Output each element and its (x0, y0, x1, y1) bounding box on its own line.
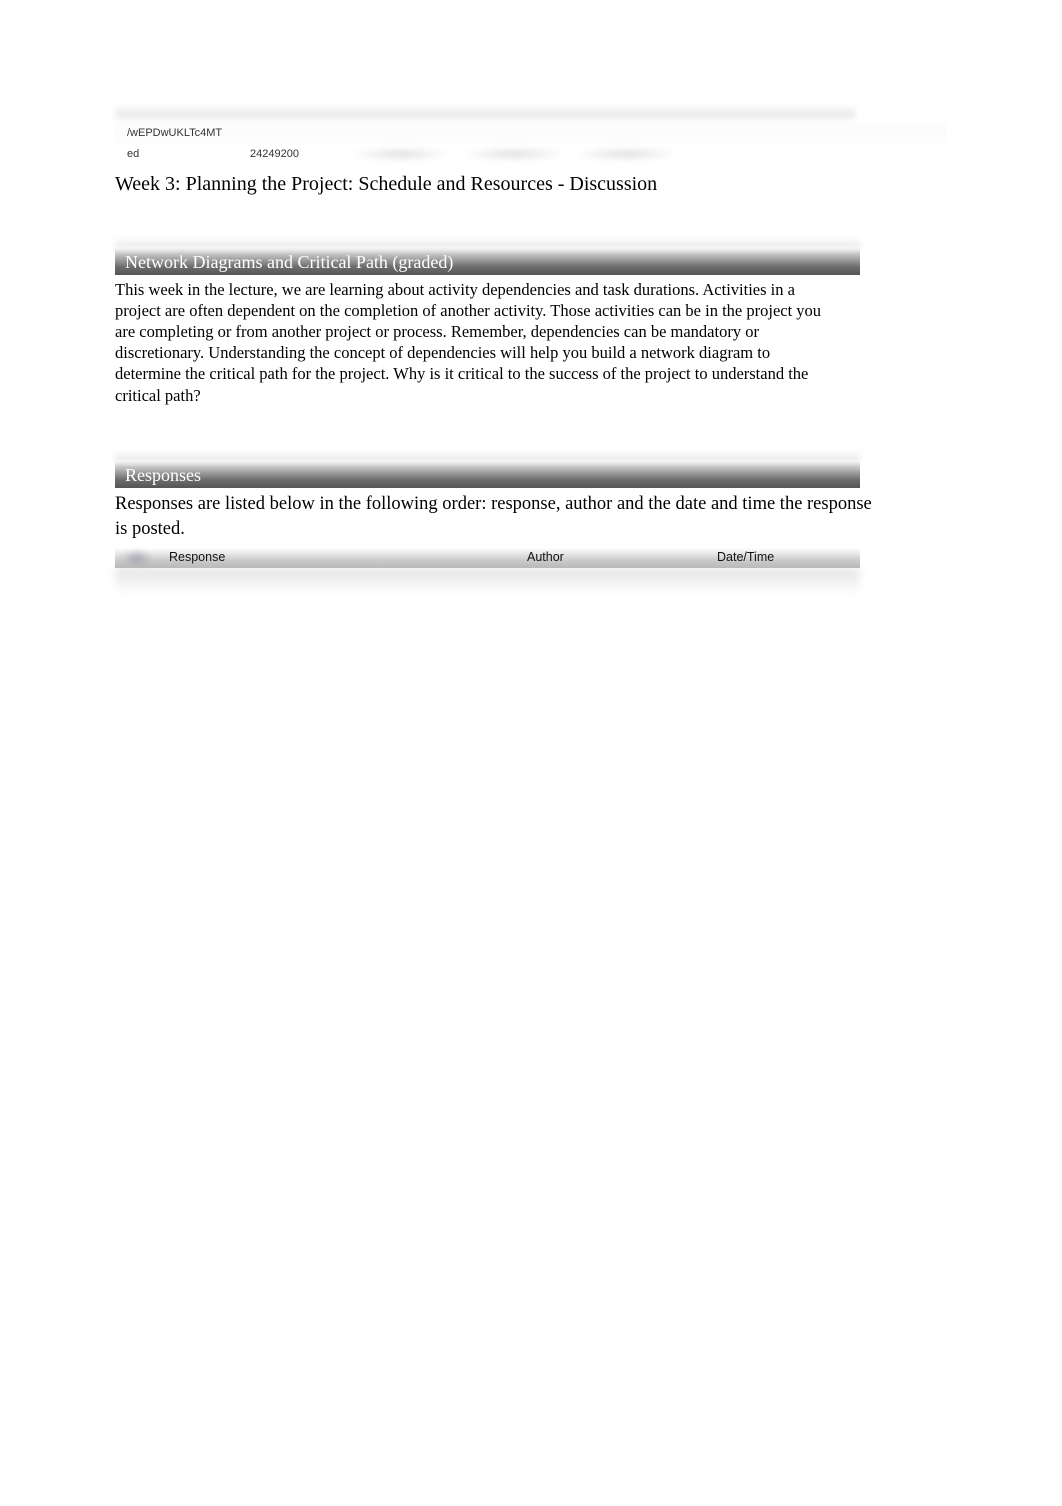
code-fragment: /wEPDwUKLTc4MT (115, 123, 947, 143)
thread-icon (123, 550, 151, 566)
blurred-region (115, 568, 860, 594)
responses-header: Responses (115, 461, 860, 488)
blurred-region (115, 105, 855, 123)
code-value-b: 24249200 (250, 148, 340, 160)
blurred-region (115, 451, 860, 461)
responses-table-header: Response Author Date/Time (115, 548, 860, 568)
responses-description: Responses are listed below in the follow… (115, 492, 875, 542)
blurred-field (574, 147, 679, 161)
document-page: /wEPDwUKLTc4MT ed 24249200 Week 3: Plann… (0, 0, 1062, 594)
blurred-field (461, 147, 566, 161)
discussion-prompt-text: This week in the lecture, we are learnin… (115, 279, 825, 406)
discussion-topic-header: Network Diagrams and Critical Path (grad… (115, 248, 860, 275)
metadata-block: /wEPDwUKLTc4MT ed 24249200 (115, 105, 947, 165)
page-title: Week 3: Planning the Project: Schedule a… (115, 173, 947, 196)
code-row: ed 24249200 (115, 143, 947, 165)
blurred-region (115, 238, 860, 248)
column-header-datetime: Date/Time (717, 550, 860, 566)
column-header-response: Response (169, 550, 527, 566)
column-header-author: Author (527, 550, 717, 566)
expand-column-header (115, 550, 169, 566)
blurred-field (348, 147, 453, 161)
code-value-a: ed (127, 148, 242, 160)
